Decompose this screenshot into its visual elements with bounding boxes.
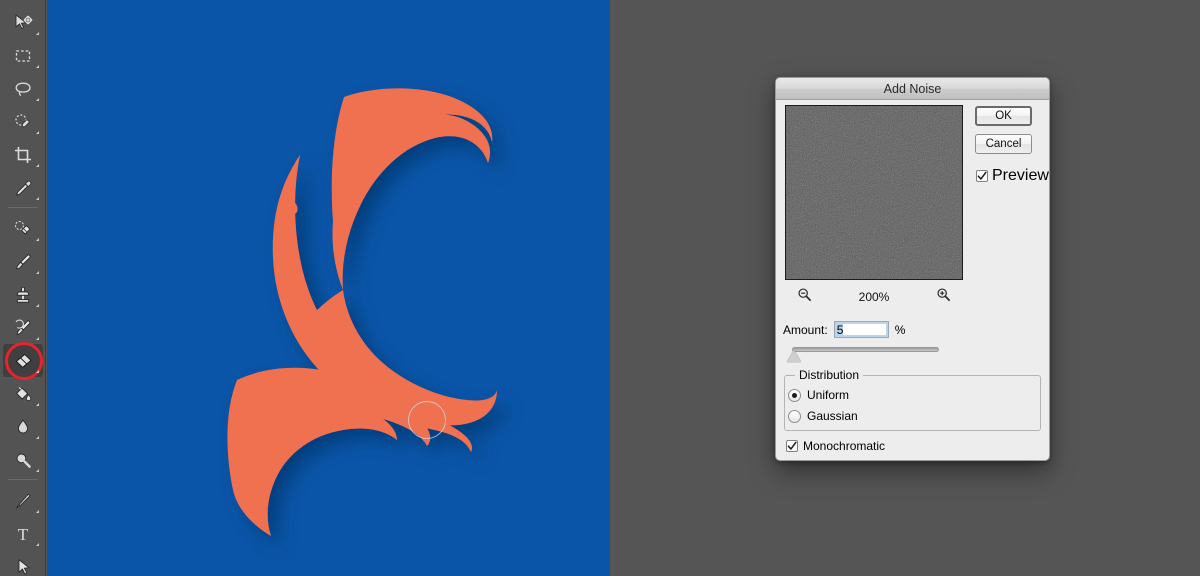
monochromatic-checkbox[interactable]: Monochromatic xyxy=(786,439,885,453)
tool-flyout-indicator xyxy=(36,271,39,274)
monochromatic-label: Monochromatic xyxy=(803,439,885,453)
tool-flyout-indicator xyxy=(36,98,39,101)
preview-zoom-controls: 200% xyxy=(785,288,963,306)
tool-flyout-indicator xyxy=(36,304,39,307)
eraser-icon xyxy=(12,351,34,371)
move-icon xyxy=(13,13,33,33)
distribution-legend: Distribution xyxy=(795,368,863,382)
tool-type[interactable]: T xyxy=(3,517,43,550)
amount-label: Amount: xyxy=(783,323,828,337)
tools-panel: T xyxy=(0,0,46,576)
cancel-button[interactable]: Cancel xyxy=(975,134,1032,154)
tool-flyout-indicator xyxy=(36,436,39,439)
document-canvas[interactable] xyxy=(47,0,610,576)
svg-text:T: T xyxy=(17,525,28,544)
tool-flyout-indicator xyxy=(36,510,39,513)
radio-selected-icon xyxy=(788,389,801,402)
type-icon: T xyxy=(13,524,33,544)
noise-texture xyxy=(786,106,962,279)
paint-bucket-icon xyxy=(13,384,33,404)
dialog-titlebar[interactable]: Add Noise xyxy=(776,78,1049,100)
tool-flyout-indicator xyxy=(36,469,39,472)
ok-button-label: OK xyxy=(995,110,1012,122)
lasso-icon xyxy=(13,79,33,99)
amount-slider-thumb[interactable] xyxy=(787,350,801,362)
tool-paint-bucket[interactable] xyxy=(3,377,43,410)
tool-spot-healing-brush[interactable] xyxy=(3,212,43,245)
rectangular-marquee-icon xyxy=(13,46,33,66)
toolbar-separator xyxy=(8,207,38,208)
radio-uniform-label: Uniform xyxy=(807,388,849,402)
toolbar-separator xyxy=(8,479,38,480)
percent-label: % xyxy=(895,323,906,337)
tool-brush[interactable] xyxy=(3,245,43,278)
quick-selection-icon xyxy=(13,112,33,132)
tool-eraser[interactable] xyxy=(3,344,43,377)
brush-icon xyxy=(13,252,33,272)
tool-flyout-indicator xyxy=(36,65,39,68)
zoom-out-icon[interactable] xyxy=(797,287,812,307)
tool-flyout-indicator xyxy=(36,337,39,340)
tool-flyout-indicator xyxy=(36,32,39,35)
blur-droplet-icon xyxy=(13,417,33,437)
tool-flyout-indicator xyxy=(36,131,39,134)
tool-pen[interactable] xyxy=(3,484,43,517)
tool-clone-stamp[interactable] xyxy=(3,278,43,311)
tool-lasso[interactable] xyxy=(3,72,43,105)
radio-empty-icon xyxy=(788,410,801,423)
tool-eyedropper[interactable] xyxy=(3,171,43,204)
brush-cursor xyxy=(408,401,446,439)
dialog-title: Add Noise xyxy=(884,82,942,96)
tool-flyout-indicator xyxy=(36,370,39,373)
amount-slider-track[interactable] xyxy=(792,347,939,352)
ok-button[interactable]: OK xyxy=(975,106,1032,126)
tool-quick-selection[interactable] xyxy=(3,105,43,138)
zoom-level-label: 200% xyxy=(859,290,890,304)
tool-flyout-indicator xyxy=(36,403,39,406)
tool-crop[interactable] xyxy=(3,138,43,171)
pen-icon xyxy=(13,491,33,511)
checkmark-icon xyxy=(786,440,798,452)
tool-flyout-indicator xyxy=(36,543,39,546)
tool-flyout-indicator xyxy=(36,238,39,241)
amount-row: Amount: 5 % xyxy=(783,321,905,338)
artwork-ribbon-s xyxy=(47,0,610,576)
tool-path-selection[interactable] xyxy=(3,550,43,576)
tool-move[interactable] xyxy=(3,6,43,39)
filter-preview[interactable] xyxy=(785,105,963,280)
tool-flyout-indicator xyxy=(36,197,39,200)
clone-stamp-icon xyxy=(13,285,33,305)
radio-gaussian[interactable]: Gaussian xyxy=(788,409,858,423)
eyedropper-icon xyxy=(13,178,33,198)
path-selection-icon xyxy=(13,557,33,576)
dodge-icon xyxy=(13,450,33,470)
radio-gaussian-label: Gaussian xyxy=(807,409,858,423)
amount-input-value: 5 xyxy=(837,323,844,337)
crop-icon xyxy=(13,145,33,165)
tool-dodge[interactable] xyxy=(3,443,43,476)
preview-checkbox-label: Preview xyxy=(992,167,1049,185)
history-brush-icon xyxy=(13,318,33,338)
radio-uniform[interactable]: Uniform xyxy=(788,388,849,402)
amount-input[interactable]: 5 xyxy=(834,321,889,338)
zoom-in-icon[interactable] xyxy=(936,287,951,307)
tool-blur[interactable] xyxy=(3,410,43,443)
spot-healing-brush-icon xyxy=(13,219,33,239)
cancel-button-label: Cancel xyxy=(986,138,1022,150)
tool-history-brush[interactable] xyxy=(3,311,43,344)
tool-marquee[interactable] xyxy=(3,39,43,72)
preview-checkbox[interactable]: Preview xyxy=(976,167,1049,185)
checkmark-icon xyxy=(976,170,988,182)
tool-flyout-indicator xyxy=(36,164,39,167)
